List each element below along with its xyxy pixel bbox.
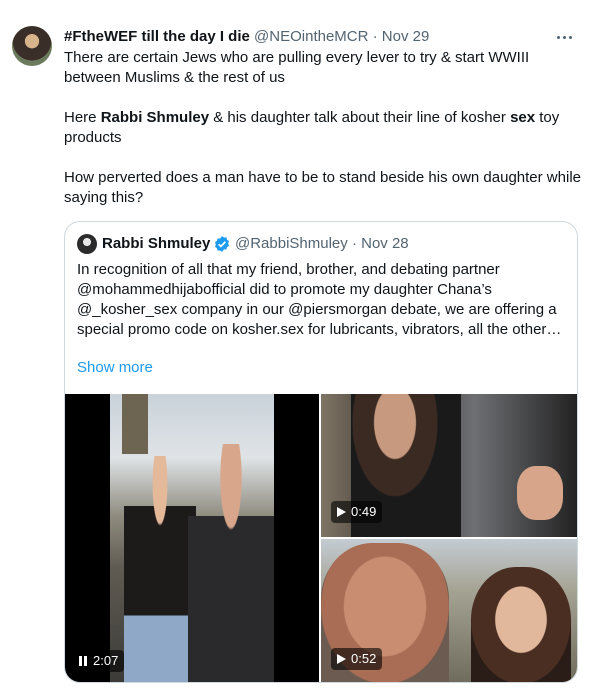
quoted-display-name[interactable]: Rabbi Shmuley xyxy=(102,234,210,254)
tweet-paragraph-3: How perverted does a man have to be to s… xyxy=(64,169,581,206)
person-image xyxy=(471,567,571,682)
video-duration-badge: 2:07 xyxy=(73,650,125,672)
tweet-text: There are certain Jews who are pulling e… xyxy=(64,48,584,208)
handle[interactable]: @NEOintheMCR xyxy=(254,28,368,45)
text-segment: Here xyxy=(64,109,101,126)
video-frame xyxy=(110,394,274,682)
video-thumbnail-2[interactable]: 0:49 xyxy=(321,394,577,537)
tweet[interactable]: #FtheWEF till the day I die @NEOintheMCR… xyxy=(0,0,603,693)
tweet-paragraph-1: There are certain Jews who are pulling e… xyxy=(64,49,530,86)
person-image xyxy=(188,444,274,682)
video-duration-badge: 0:52 xyxy=(331,648,383,670)
avatar[interactable] xyxy=(12,26,52,66)
pause-icon[interactable] xyxy=(79,656,88,666)
video-duration: 0:49 xyxy=(351,504,377,519)
quoted-tweet-text: In recognition of all that my friend, br… xyxy=(77,261,562,338)
more-horizontal-icon[interactable] xyxy=(555,27,575,47)
quoted-handle[interactable]: @RabbiShmuley xyxy=(235,235,348,252)
tweet-header: #FtheWEF till the day I die @NEOintheMCR… xyxy=(64,27,583,47)
tweet-paragraph-2: Here Rabbi Shmuley & his daughter talk a… xyxy=(64,108,584,148)
tweet-date[interactable]: Nov 29 xyxy=(382,28,430,45)
play-icon[interactable] xyxy=(337,654,346,664)
video-duration: 2:07 xyxy=(93,653,119,668)
show-more-link[interactable]: Show more xyxy=(77,358,153,378)
text-bold-segment: Rabbi Shmuley xyxy=(100,109,210,126)
video-thumbnail-3[interactable]: 0:52 xyxy=(321,539,577,682)
video-duration-badge: 0:49 xyxy=(331,501,383,523)
separator-dot: · xyxy=(351,235,357,252)
person-image xyxy=(124,456,196,682)
display-name[interactable]: #FtheWEF till the day I die xyxy=(64,28,250,45)
media-grid: 2:07 0:49 0:52 xyxy=(65,394,577,682)
quoted-meta: @RabbiShmuley · Nov 28 xyxy=(235,234,409,254)
separator-dot: · xyxy=(372,28,378,45)
video-duration: 0:52 xyxy=(351,651,377,666)
video-thumbnail-1[interactable]: 2:07 xyxy=(65,394,319,682)
play-icon[interactable] xyxy=(337,507,346,517)
text-segment: & his daughter talk about their line of … xyxy=(209,109,511,126)
text-bold-segment: sex xyxy=(510,109,536,126)
hand-image xyxy=(517,466,563,520)
quoted-date[interactable]: Nov 28 xyxy=(361,235,409,252)
verified-badge-icon xyxy=(213,235,231,253)
quoted-avatar[interactable] xyxy=(77,234,97,254)
quoted-tweet-card[interactable]: Rabbi Shmuley @RabbiShmuley · Nov 28 In … xyxy=(64,221,578,683)
tower-bridge-image xyxy=(122,394,148,454)
